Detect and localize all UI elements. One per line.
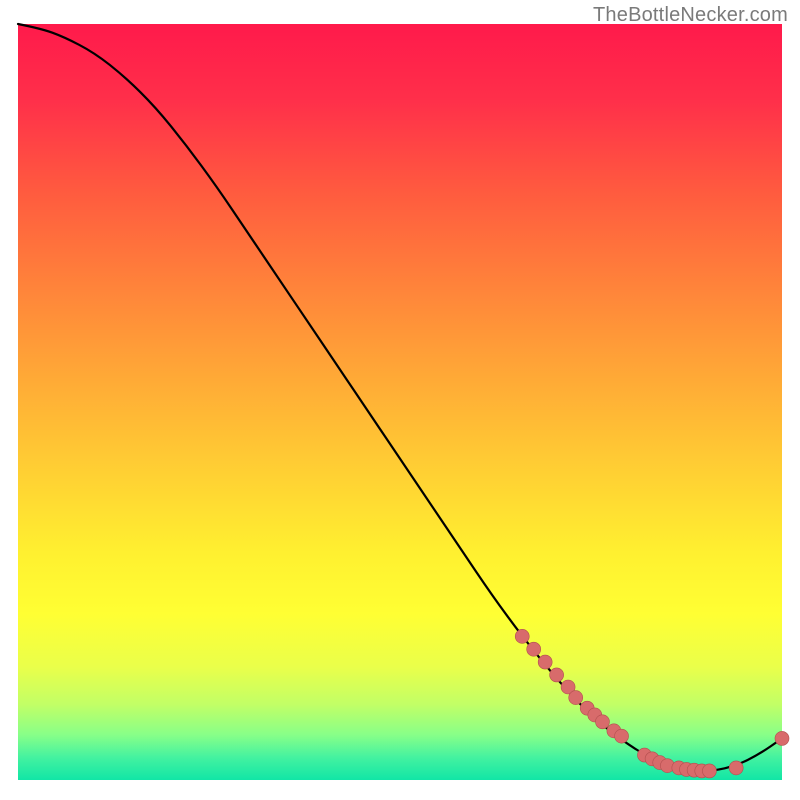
- data-point: [550, 668, 564, 682]
- data-point: [775, 731, 789, 745]
- data-point: [527, 642, 541, 656]
- data-point: [538, 655, 552, 669]
- data-point: [615, 729, 629, 743]
- plot-area-fill: [18, 24, 782, 780]
- chart-svg: [0, 0, 800, 800]
- data-point: [515, 629, 529, 643]
- data-point: [569, 691, 583, 705]
- chart-stage: TheBottleNecker.com: [0, 0, 800, 800]
- chart-background: [18, 24, 782, 780]
- data-point: [595, 715, 609, 729]
- data-point: [729, 761, 743, 775]
- data-point: [702, 764, 716, 778]
